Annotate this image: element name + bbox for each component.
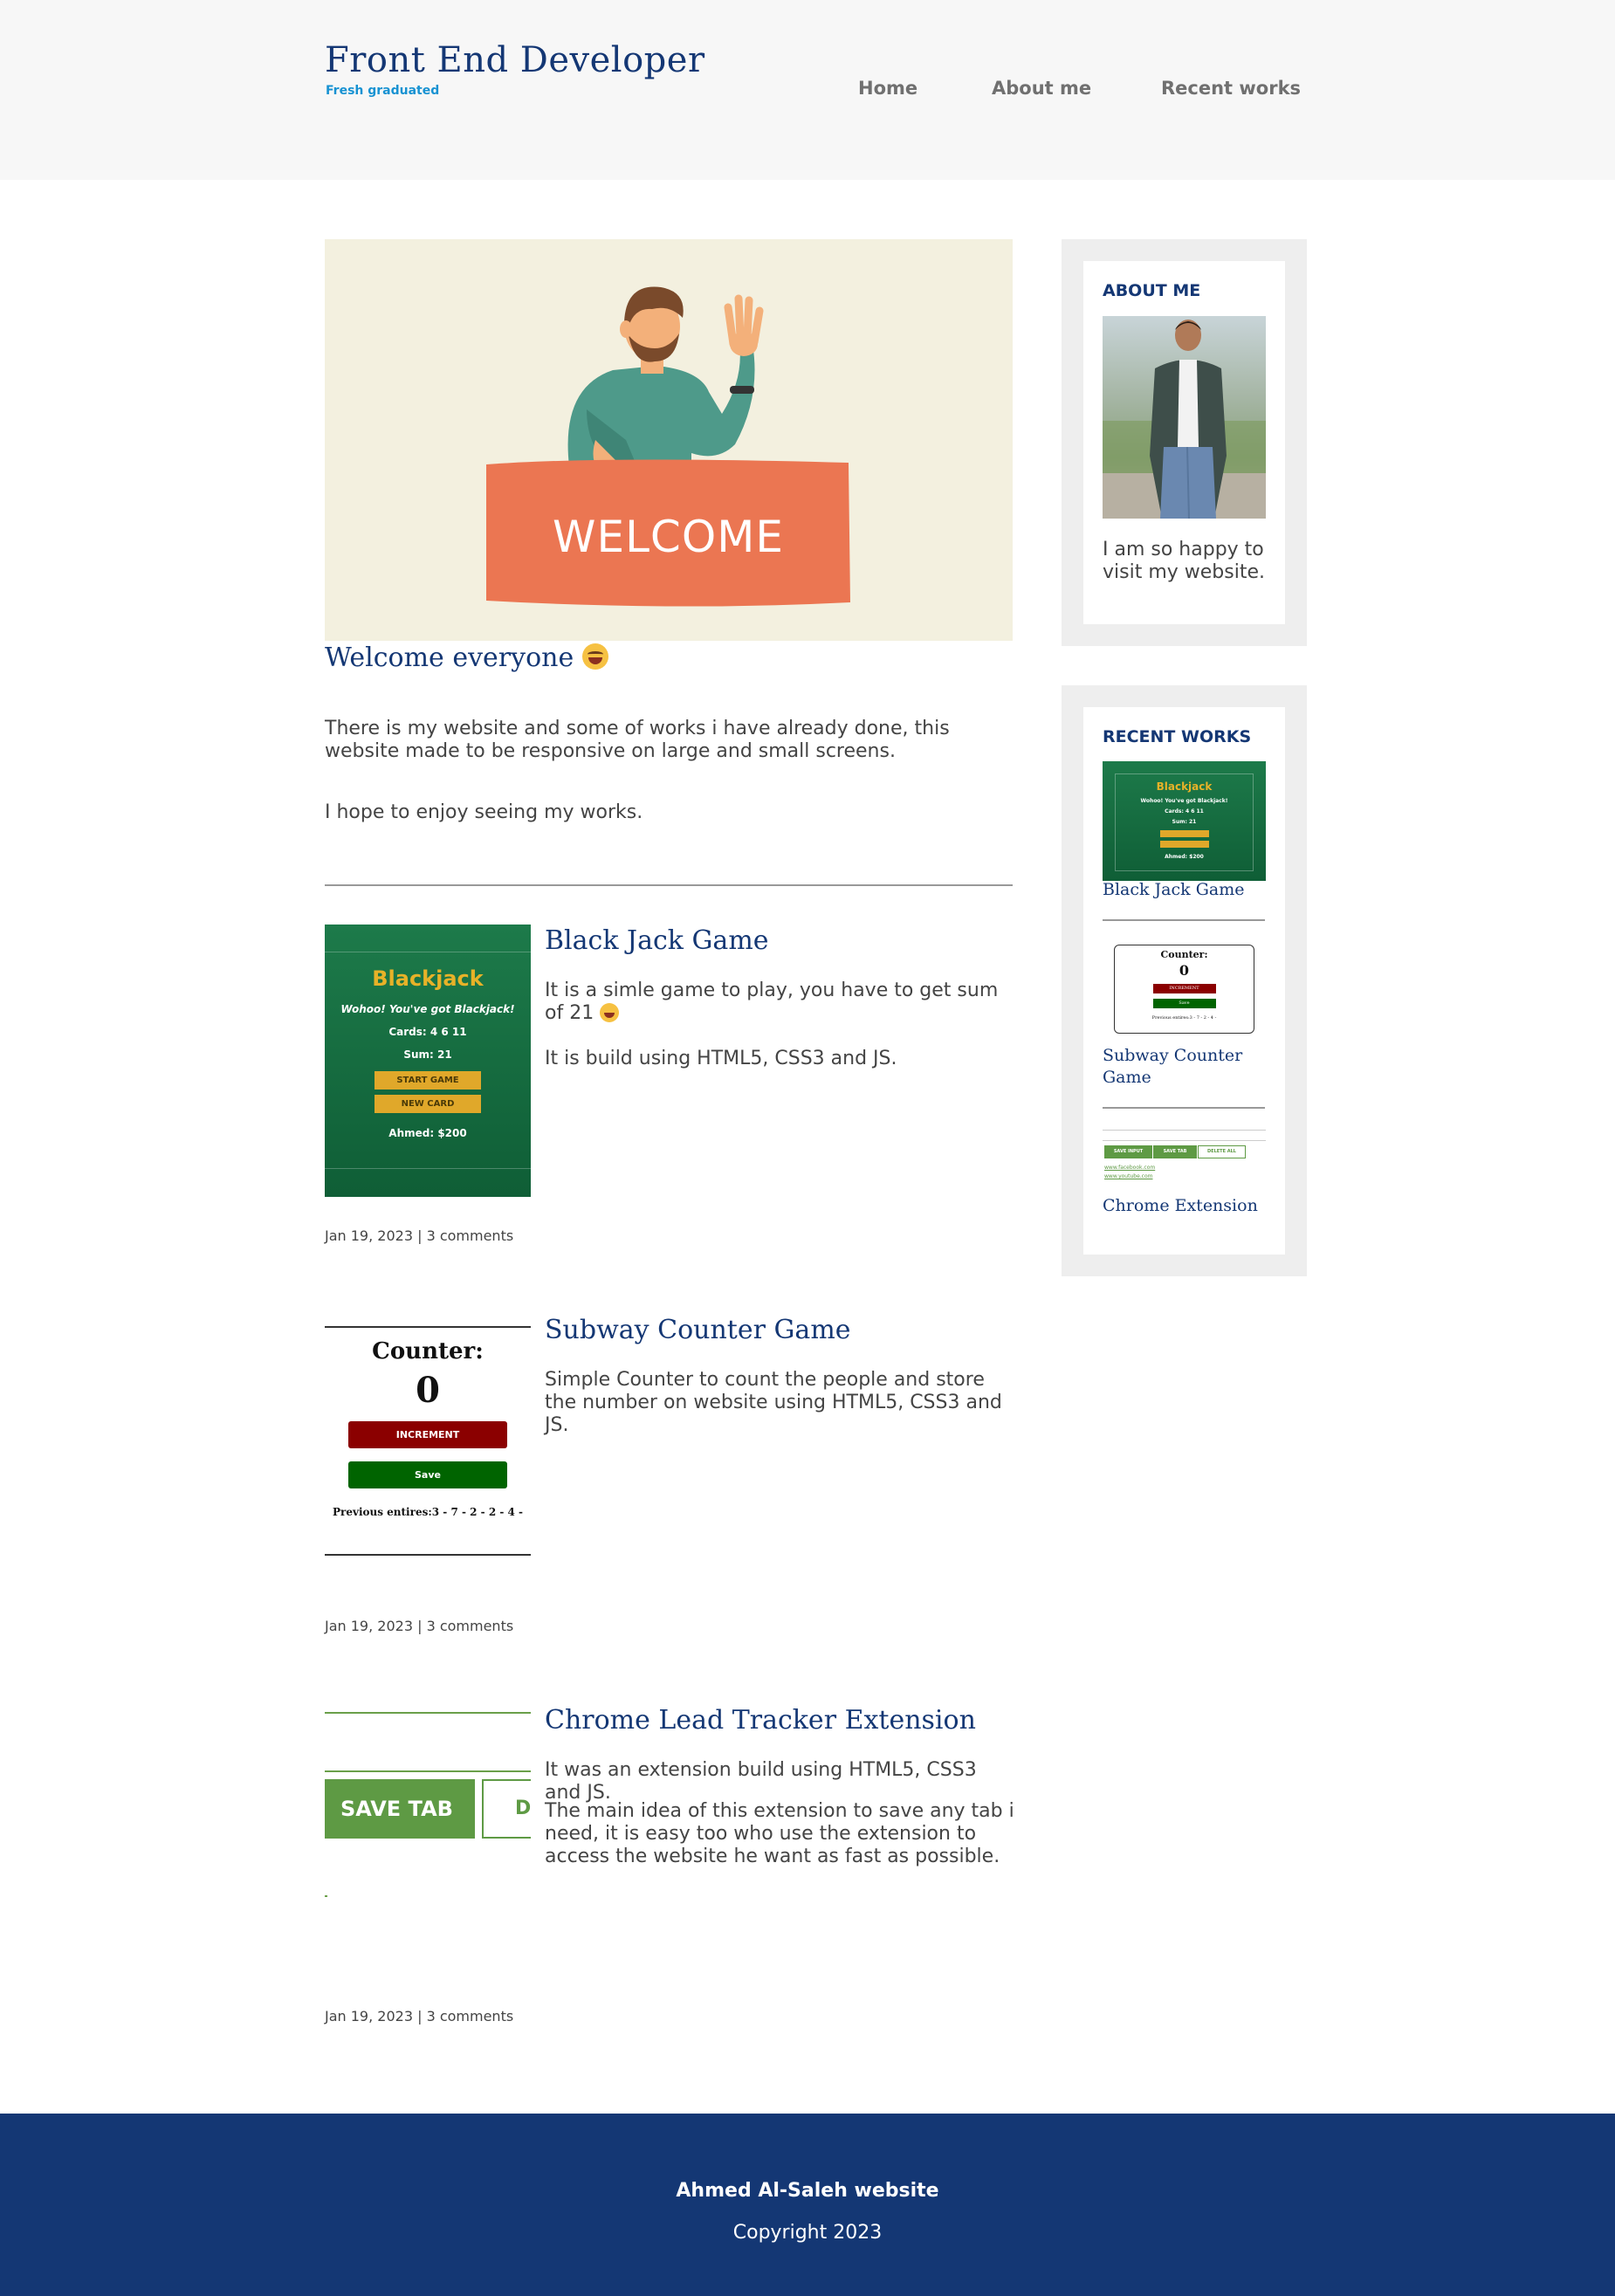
blackjack-thumb-new-card-button: NEW CARD [375, 1095, 481, 1113]
blackjack-thumb-sum: Sum: 21 [403, 1048, 452, 1061]
welcome-heading-text: Welcome everyone [325, 643, 574, 673]
blackjack-thumb-message: Wohoo! You've got Blackjack! [340, 1003, 515, 1015]
article-date: Jan 19, 2023 [325, 1618, 413, 1634]
mini-ctr-increment: INCREMENT [1152, 984, 1216, 993]
grinning-sweat-emoji-icon [600, 1003, 620, 1022]
counter-thumbnail[interactable]: Counter: 0 INCREMENT Save Previous entir… [325, 1326, 531, 1556]
counter-thumb-previous: Previous entires:3 - 7 - 2 - 2 - 4 - [332, 1506, 524, 1518]
site-title[interactable]: Front End Developer [325, 40, 705, 80]
nav-about-link[interactable]: About me [992, 78, 1091, 99]
extension-thumb-save-tab-button: SAVE TAB [325, 1779, 475, 1839]
extension-thumb-delete-button: D [482, 1779, 531, 1839]
mini-ext-line [1103, 1140, 1266, 1141]
article-title-extension[interactable]: Chrome Lead Tracker Extension [545, 1705, 976, 1736]
footer-site-name: Ahmed Al-Saleh website [676, 2180, 939, 2202]
welcome-heading: Welcome everyone [325, 643, 609, 673]
article-text: The main idea of this extension to save … [545, 1800, 1014, 1867]
waving-man-illustration [486, 286, 850, 607]
article-text: It is build using HTML5, CSS3 and JS. [545, 1048, 897, 1069]
mini-ext-link: www.facebook.com [1104, 1165, 1156, 1171]
mini-ctr-save: Save [1152, 999, 1216, 1008]
footer-copyright: Copyright 2023 [732, 2222, 883, 2244]
welcome-banner-text: WELCOME [553, 512, 784, 562]
blackjack-thumb-cards: Cards: 4 6 11 [388, 1026, 467, 1038]
article-text: Simple Counter to count the people and s… [545, 1369, 1002, 1436]
intro-paragraph: There is my website and some of works i … [325, 718, 950, 762]
blackjack-thumb-start-button: START GAME [375, 1071, 481, 1090]
recent-extension-thumbnail[interactable]: SAVE INPUT SAVE TAB DELETE ALL www.faceb… [1103, 1130, 1266, 1191]
nav-recent-works-link[interactable]: Recent works [1161, 78, 1301, 99]
site-subtitle: Fresh graduated [326, 84, 440, 98]
sidebar-about-text: I am so happy to visit my website. [1103, 539, 1265, 583]
counter-thumb-increment-button: INCREMENT [348, 1421, 507, 1448]
nav-home-link[interactable]: Home [858, 78, 917, 99]
article-comments-link[interactable]: 3 comments [427, 1227, 514, 1244]
counter-thumb-heading: Counter: [372, 1338, 484, 1365]
counter-thumb-count: 0 [416, 1370, 440, 1411]
mini-ext-save-tab: SAVE TAB [1153, 1145, 1197, 1158]
article-comments-link[interactable]: 3 comments [427, 1618, 514, 1634]
thumb-frame-line [325, 1770, 531, 1772]
welcome-hero-image: WELCOME [325, 239, 1013, 641]
recent-blackjack-thumbnail[interactable]: Blackjack Wohoo! You've got Blackjack! C… [1103, 761, 1266, 881]
profile-photo-figure [1103, 320, 1266, 519]
mini-ctr-heading: Counter: [1160, 949, 1208, 960]
sidebar-recent-works-heading: RECENT WORKS [1103, 727, 1252, 746]
profile-photo [1103, 316, 1266, 519]
mini-ext-link: www.youtube.com [1104, 1173, 1153, 1179]
thumb-frame-line [325, 1712, 531, 1714]
extension-thumbnail[interactable]: SAVE TAB D [325, 1712, 531, 1904]
mini-ext-line [1103, 1130, 1266, 1131]
recent-link-counter[interactable]: Subway Counter Game [1103, 1045, 1265, 1089]
sidebar-recent-works-widget: RECENT WORKS Blackjack Wohoo! You've got… [1062, 685, 1307, 1276]
article-comments-link[interactable]: 3 comments [427, 2008, 514, 2024]
article-date: Jan 19, 2023 [325, 2008, 413, 2024]
sidebar-about-card: ABOUT ME I am so happy to visit my websi… [1083, 261, 1285, 624]
sidebar-divider [1103, 1107, 1265, 1109]
thumb-frame-line [325, 1168, 531, 1169]
article-text: It is a simle game to play, you have to … [545, 980, 1016, 1025]
thumb-dot [325, 1895, 327, 1897]
article-meta: Jan 19, 2023 | 3 comments [325, 1618, 514, 1634]
mini-ext-save-input: SAVE INPUT [1104, 1145, 1152, 1158]
mini-ctr-count: 0 [1179, 962, 1190, 979]
article-date: Jan 19, 2023 [325, 1227, 413, 1244]
intro-paragraph-2: I hope to enjoy seeing my works. [325, 801, 643, 823]
site-header: Front End Developer Fresh graduated Home… [0, 0, 1615, 180]
article-text: It was an extension build using HTML5, C… [545, 1759, 977, 1804]
blackjack-thumb-title: Blackjack [372, 966, 484, 991]
sidebar-recent-works-card: RECENT WORKS Blackjack Wohoo! You've got… [1083, 707, 1285, 1255]
blackjack-thumb-player: Ahmed: $200 [388, 1127, 467, 1139]
site-footer: Ahmed Al-Saleh website Copyright 2023 [0, 2114, 1615, 2296]
mini-thumb-frame [1115, 773, 1254, 871]
section-divider [325, 884, 1013, 886]
blackjack-thumbnail[interactable]: Blackjack Wohoo! You've got Blackjack! C… [325, 925, 531, 1197]
article-title-counter[interactable]: Subway Counter Game [545, 1315, 851, 1345]
recent-link-extension[interactable]: Chrome Extension [1103, 1195, 1258, 1217]
article-meta: Jan 19, 2023 | 3 comments [325, 2008, 514, 2024]
article-title-blackjack[interactable]: Black Jack Game [545, 925, 769, 956]
sidebar-about-heading: ABOUT ME [1103, 281, 1201, 300]
recent-counter-thumbnail[interactable]: Counter: 0 INCREMENT Save Previous entir… [1114, 945, 1254, 1034]
sidebar-about-widget: ABOUT ME I am so happy to visit my websi… [1062, 239, 1307, 646]
sidebar-divider [1103, 919, 1265, 921]
recent-link-blackjack[interactable]: Black Jack Game [1103, 879, 1244, 901]
mini-ctr-previous: Previous entires:3 - 7 - 2 - 4 - [1151, 1015, 1217, 1021]
article-meta: Jan 19, 2023 | 3 comments [325, 1227, 514, 1244]
counter-thumb-save-button: Save [348, 1461, 507, 1488]
mini-ext-delete-all: DELETE ALL [1198, 1145, 1246, 1158]
grinning-sweat-emoji-icon [582, 643, 609, 670]
